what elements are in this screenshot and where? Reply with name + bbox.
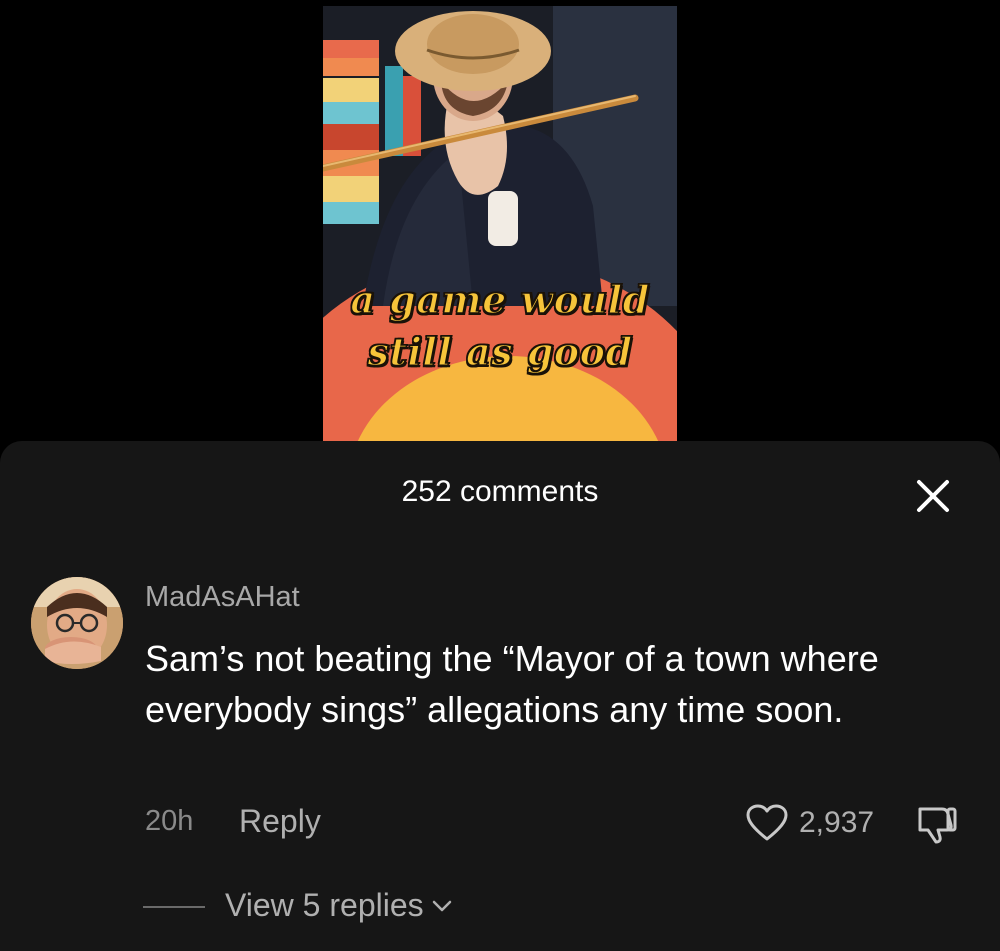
video-preview[interactable]: a game would still as good [323, 6, 677, 441]
thumbs-down-icon [918, 807, 957, 844]
view-replies-button[interactable]: View 5 replies [225, 887, 452, 924]
video-caption-line-2: still as good [367, 328, 633, 375]
chevron-down-icon [432, 900, 451, 911]
app-screen: a game would still as good 252 comments [0, 0, 1000, 951]
avatar-image [31, 577, 123, 669]
close-icon [917, 480, 949, 512]
like-count: 2,937 [799, 806, 875, 839]
comment-username[interactable]: MadAsAHat [145, 581, 300, 614]
replies-divider [143, 906, 205, 908]
comment-text: Sam’s not beating the “Mayor of a town w… [145, 638, 879, 730]
video-caption-line-1: a game would [350, 276, 650, 323]
heart-icon [746, 804, 788, 841]
dislike-button[interactable] [914, 803, 960, 845]
reply-button[interactable]: Reply [239, 803, 321, 840]
like-button[interactable]: 2,937 [745, 803, 874, 843]
avatar[interactable] [31, 577, 123, 669]
comments-sheet: 252 comments MadAsAHat Sam’s not beating… [0, 441, 1000, 951]
comment-timestamp: 20h [145, 805, 194, 837]
view-replies-label: View 5 replies [225, 887, 424, 923]
comments-count-title: 252 comments [401, 475, 599, 508]
close-button[interactable] [912, 475, 954, 517]
